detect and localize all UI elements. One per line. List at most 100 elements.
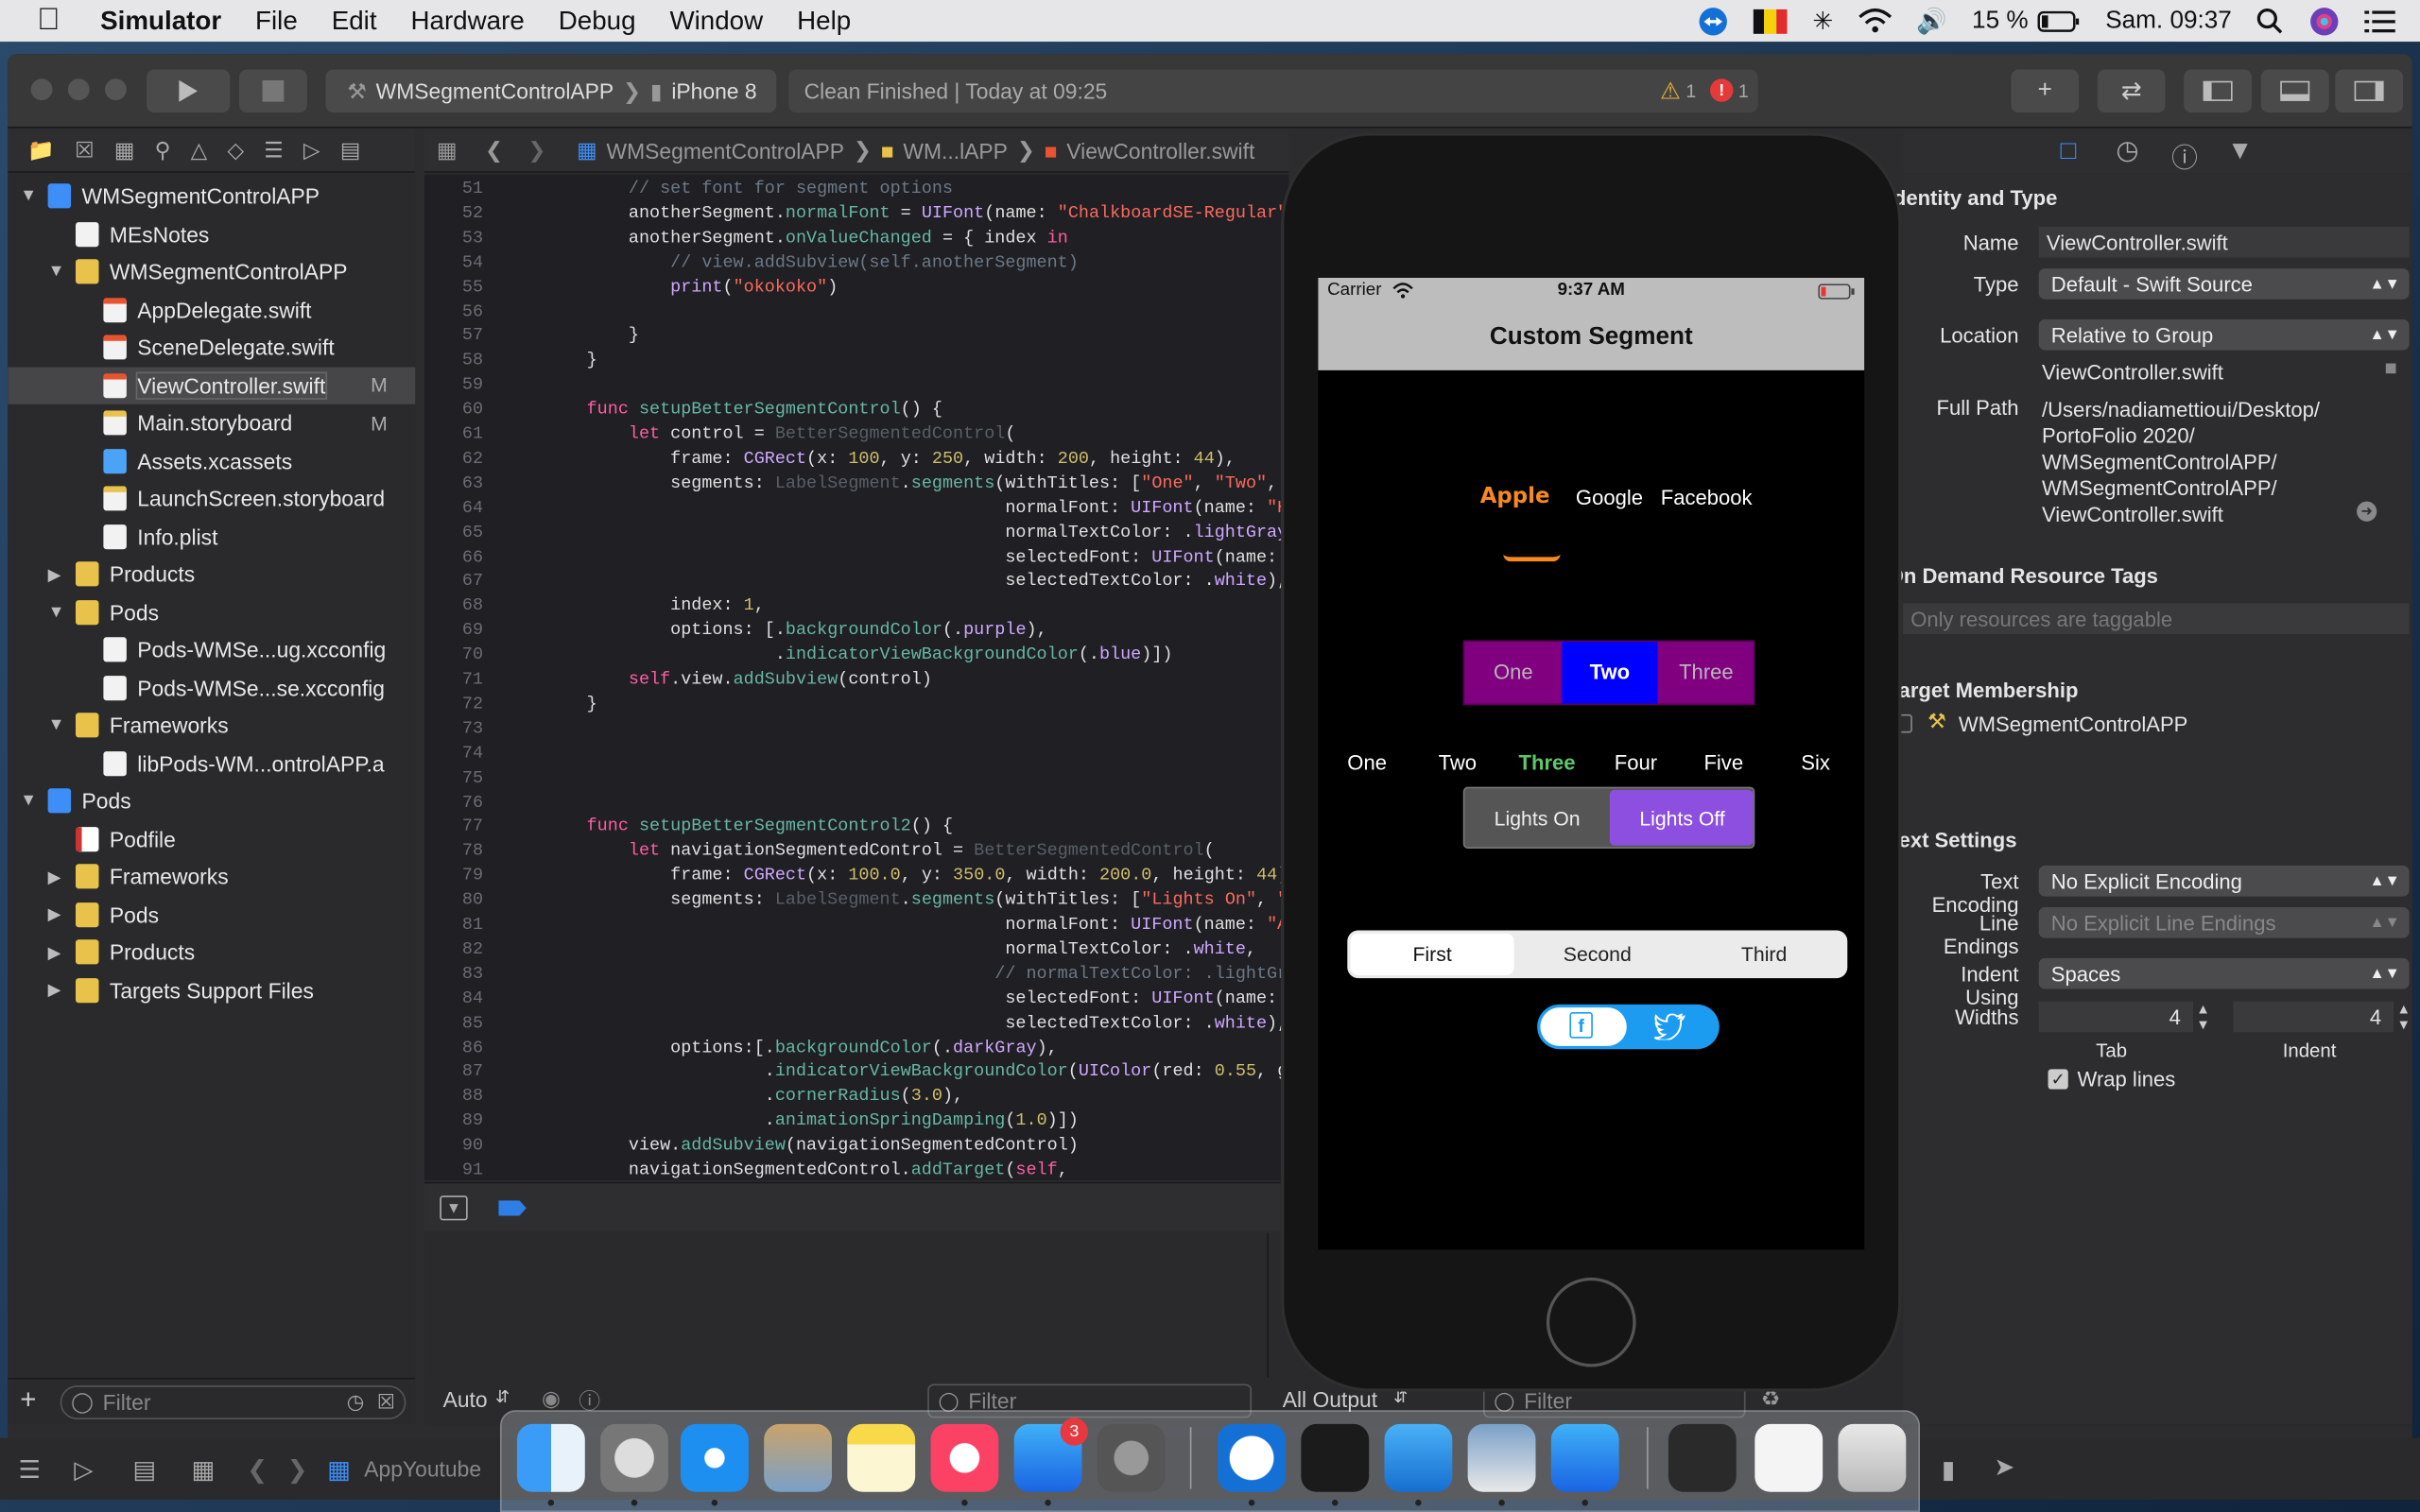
test-icon[interactable]: ◇ <box>227 137 244 163</box>
teamviewer-status-icon[interactable] <box>1699 6 1730 37</box>
menu-hardware[interactable]: Hardware <box>410 6 524 37</box>
jumpbar-project[interactable]: WMSegmentControlAPP <box>607 138 845 163</box>
code-line[interactable]: } <box>544 352 597 371</box>
menu-edit[interactable]: Edit <box>332 6 377 37</box>
error-icon[interactable]: ! <box>1709 78 1734 102</box>
facebook-icon[interactable]: f <box>1569 1012 1593 1039</box>
back-icon[interactable]: ❮ <box>485 137 503 163</box>
battery-icon[interactable] <box>2037 10 2081 32</box>
code-line[interactable]: self.view.addSubview(control) <box>544 671 932 690</box>
history-inspector-icon[interactable]: ◷ <box>2116 136 2138 167</box>
navigator-row[interactable]: ▶ Targets Support Files <box>8 971 415 1008</box>
finder-icon[interactable] <box>516 1423 585 1492</box>
toggle-navigator-button[interactable] <box>2184 69 2253 113</box>
disclosure-closed-icon[interactable]: ▶ <box>48 980 61 1000</box>
code-line[interactable]: selectedFont: UIFont(name: "He <box>544 548 1288 567</box>
segment-four[interactable]: Four <box>1615 751 1657 774</box>
mail-icon[interactable] <box>764 1423 832 1492</box>
code-line[interactable]: view.addSubview(navigationSegmentedContr… <box>544 1137 1079 1156</box>
indent-using-popup[interactable]: Spaces ▲▼ <box>2038 957 2410 989</box>
segment-three[interactable]: Three <box>1657 661 1754 683</box>
navigator-row[interactable]: ▶ Frameworks <box>8 858 415 895</box>
report-icon[interactable]: ▤ <box>340 137 361 163</box>
segment-three[interactable]: Three <box>1519 751 1576 774</box>
toggle-inspector-button[interactable] <box>2335 69 2404 113</box>
navigator-row[interactable]: Assets.xcassets <box>8 442 415 479</box>
navigator-row[interactable]: ▼ Pods <box>8 593 415 630</box>
file-inspector-icon[interactable]: □ <box>2061 136 2077 167</box>
document-thumbnail-icon[interactable] <box>1754 1423 1824 1492</box>
segment-one[interactable]: One <box>1464 661 1562 683</box>
code-line[interactable]: selectedTextColor: .white), <box>544 573 1288 592</box>
code-line[interactable]: } <box>544 696 597 714</box>
code-line[interactable]: } <box>544 328 639 347</box>
text-encoding-popup[interactable]: No Explicit Encoding ▲▼ <box>2038 865 2410 897</box>
navigator-row[interactable]: ▼ Pods <box>8 782 415 819</box>
segment-two[interactable]: Two <box>1562 661 1657 683</box>
code-line[interactable]: options: [.backgroundColor(.purple), <box>544 622 1047 641</box>
forward-icon[interactable]: ❯ <box>287 1455 308 1486</box>
eye-icon[interactable]: ◉ <box>542 1385 561 1412</box>
wrap-lines-checkbox[interactable]: ✓ <box>2048 1069 2068 1090</box>
navigator-row[interactable]: ▼ Frameworks <box>8 707 415 744</box>
source-editor[interactable]: 51 // set font for segment options 52 ano… <box>424 174 1289 1180</box>
segment-google[interactable]: Google <box>1576 486 1643 508</box>
name-field[interactable]: ViewController.swift <box>2038 226 2410 258</box>
navigator-row[interactable]: LaunchScreen.storyboard <box>8 480 415 517</box>
code-line[interactable]: normalFont: UIFont(name: "Helv <box>544 499 1288 518</box>
launchpad-icon[interactable] <box>600 1423 668 1492</box>
segment-third[interactable]: Third <box>1681 943 1847 966</box>
navigator-row[interactable]: ▶ Products <box>8 934 415 971</box>
zoom-window-button[interactable] <box>105 78 127 101</box>
folder-icon[interactable]: 📁 <box>27 137 54 163</box>
segment-lights-on[interactable]: Lights On <box>1464 807 1609 830</box>
find-icon[interactable]: ⚲ <box>155 137 171 163</box>
code-line[interactable]: .animationSpringDamping(1.0)]) <box>544 1112 1079 1131</box>
issue-icon[interactable]: △ <box>191 137 208 163</box>
navigator-row[interactable]: Info.plist <box>8 518 415 555</box>
navigator-row[interactable]: MEsNotes <box>8 215 415 252</box>
navigator-row[interactable]: ▶ Pods <box>8 896 415 933</box>
source-control-filter-icon[interactable]: ☒ <box>377 1390 395 1415</box>
related-items-icon[interactable]: ▦ <box>191 1455 215 1486</box>
code-line[interactable]: func setupBetterSegmentControl() { <box>544 402 942 421</box>
debug-icon[interactable]: ☰ <box>264 137 284 163</box>
trash-icon[interactable] <box>1838 1423 1907 1492</box>
disclosure-open-icon[interactable]: ▼ <box>48 263 65 282</box>
terminal-icon[interactable] <box>1301 1423 1370 1492</box>
code-line[interactable]: navigationSegmentedControl.addTarget(sel… <box>544 1161 1068 1180</box>
navigator-row[interactable]: ▶ Products <box>8 556 415 593</box>
navigator-row[interactable]: Pods-WMSe...ug.xcconfig <box>8 631 415 668</box>
disclosure-closed-icon[interactable]: ▶ <box>48 904 61 924</box>
siri-icon[interactable] <box>2308 6 2340 37</box>
disclosure-open-icon[interactable]: ▼ <box>48 603 65 622</box>
apple-menu-icon[interactable]:  <box>37 3 60 39</box>
navigator-row[interactable]: Main.storyboard M <box>8 404 415 441</box>
code-line[interactable]: anotherSegment.normalFont = UIFont(name:… <box>544 205 1288 224</box>
safari-icon[interactable] <box>680 1423 749 1492</box>
navigator-row[interactable]: ▼ WMSegmentControlAPP <box>8 253 415 290</box>
run-button[interactable] <box>147 69 231 113</box>
navigator-row[interactable]: ▼ WMSegmentControlAPP <box>8 178 415 215</box>
code-line[interactable]: normalTextColor: .white, <box>544 941 1256 960</box>
jumpbar-group[interactable]: WM...lAPP <box>903 138 1007 163</box>
window-thumbnail-icon[interactable] <box>1668 1423 1737 1492</box>
segment-second[interactable]: Second <box>1514 943 1681 966</box>
close-window-button[interactable] <box>30 78 53 101</box>
warning-icon[interactable]: ⚠ <box>1660 77 1681 105</box>
indent-width-stepper[interactable]: ▲ ▼ <box>2397 1002 2411 1033</box>
volume-icon[interactable]: 🔊 <box>1916 6 1947 37</box>
forward-icon[interactable]: ❯ <box>527 137 545 163</box>
back-icon[interactable]: ❮ <box>247 1455 268 1486</box>
code-line[interactable]: // normalTextColor: .lightGray, <box>544 966 1288 985</box>
related-items-icon[interactable]: ▦ <box>437 137 458 163</box>
code-line[interactable]: normalFont: UIFont(name: "Aveni <box>544 917 1288 936</box>
source-control-icon[interactable]: ☒ <box>75 137 95 163</box>
menu-window[interactable]: Window <box>669 6 763 37</box>
code-line[interactable]: .cornerRadius(3.0), <box>544 1089 963 1108</box>
disclosure-open-icon[interactable]: ▼ <box>20 792 37 811</box>
menu-app-simulator[interactable]: Simulator <box>100 6 221 37</box>
code-line[interactable]: frame: CGRect(x: 100.0, y: 350.0, width:… <box>544 868 1288 886</box>
teamviewer-icon[interactable] <box>1218 1423 1286 1492</box>
disclosure-open-icon[interactable]: ▼ <box>20 187 37 206</box>
